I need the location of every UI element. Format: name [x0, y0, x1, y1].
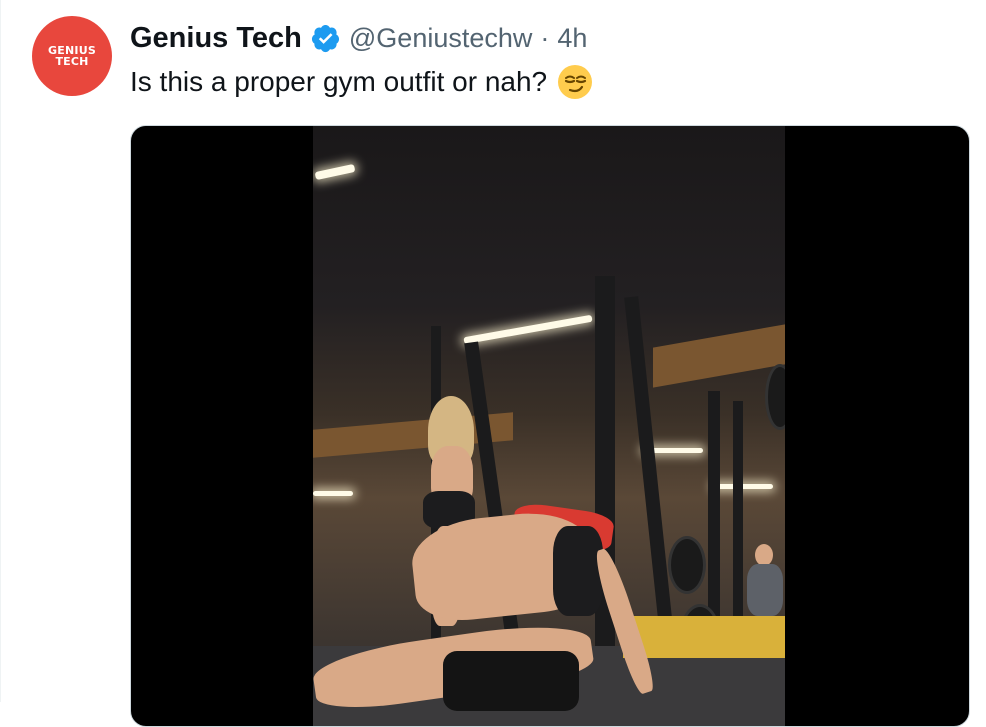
rack-upright: [708, 391, 720, 621]
handle[interactable]: @Geniustechw: [349, 23, 533, 54]
foam-roller: [443, 651, 579, 711]
ceiling-light: [313, 491, 353, 496]
avatar-text-line2: TECH: [55, 55, 89, 68]
weight-plate: [668, 536, 706, 594]
tweet-text-body: Is this a proper gym outfit or nah?: [130, 66, 548, 97]
ceiling-light: [314, 163, 356, 181]
tweet-header: Genius Tech @Geniustechw · 4h: [130, 18, 587, 58]
display-name[interactable]: Genius Tech: [130, 22, 302, 55]
ceiling-light: [713, 484, 773, 489]
background-person-shirt: [747, 564, 783, 616]
tweet-text: Is this a proper gym outfit or nah?: [130, 64, 593, 100]
timestamp[interactable]: 4h: [557, 23, 587, 54]
video-thumbnail[interactable]: [313, 126, 785, 726]
platform-step: [623, 616, 785, 658]
rack-upright: [733, 401, 743, 621]
background-person-head: [755, 544, 773, 566]
verified-badge-icon: [311, 24, 339, 52]
weight-plate: [765, 364, 785, 430]
smirking-face-icon: [558, 65, 593, 99]
media-video-card[interactable]: [130, 125, 970, 727]
timeline-divider: [0, 0, 1, 702]
wood-beam: [653, 324, 785, 388]
exercising-person-shorts: [553, 526, 603, 616]
separator-dot: ·: [540, 22, 550, 53]
avatar[interactable]: GENIUS TECH: [32, 16, 112, 96]
ceiling-light: [463, 314, 593, 345]
